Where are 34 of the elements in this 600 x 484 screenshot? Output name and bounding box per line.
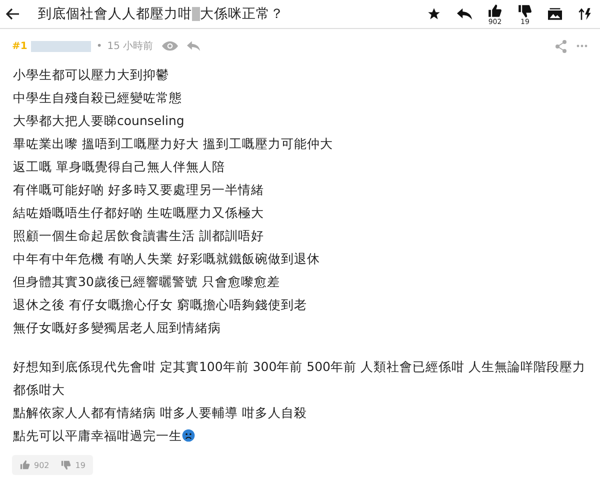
post-text-line: 中學生自殘自殺已經變咗常態: [13, 89, 182, 107]
post-text-line: 畢咗業出嚟 搵唔到工嘅壓力好大 搵到工嘅壓力可能仲大: [13, 135, 333, 153]
post-text-line: 點解依家人人都有情緒病 咁多人要輔導 咁多人自殺: [13, 404, 307, 422]
dislike-count: 19: [75, 460, 86, 470]
post-number: #1: [12, 40, 28, 52]
censored-block: [192, 7, 200, 21]
post-time: 15 小時前: [107, 40, 154, 53]
thumbs-down-icon[interactable]: [518, 4, 532, 18]
reply-icon[interactable]: [457, 8, 472, 20]
image-icon[interactable]: [548, 8, 562, 20]
post-text-line: 但身體其實30歲後已經響曬警號 只會愈嚟愈差: [13, 273, 280, 291]
sad-face-icon: [182, 429, 195, 442]
post-text-line: 結咗婚嘅唔生仔都好啲 生咗嘅壓力又係極大: [13, 204, 264, 222]
post-text-line: 退休之後 有仔女嘅擔心仔女 窮嘅擔心唔夠錢使到老: [13, 296, 307, 314]
thumbs-down-icon[interactable]: [61, 460, 72, 470]
like-count: 902: [34, 460, 50, 470]
post-text-line: 中年有中年危機 有啲人失業 好彩嘅就鐵飯碗做到退休: [13, 250, 320, 268]
star-icon[interactable]: [427, 7, 441, 21]
post-text-line: 無仔女嘅好多變獨居老人屈到情緒病: [13, 319, 221, 337]
thread-title: 到底個社會人人都壓力咁: [38, 5, 192, 23]
sort-icon[interactable]: [578, 7, 592, 21]
post-text-line: 點先可以平庸幸福咁過完一生: [13, 427, 182, 445]
thumbs-up-icon[interactable]: [20, 460, 30, 470]
thread-title: 大係咪正常？: [200, 5, 284, 23]
post-text-line: 有伴嘅可能好啲 好多時又要處理另一半情緒: [13, 181, 264, 199]
back-arrow-icon[interactable]: [6, 8, 20, 20]
blurred-username: [31, 40, 92, 52]
post-text-line: 返工嘅 單身嘅覺得自己無人伴無人陪: [13, 158, 225, 176]
post-text-line: 照顧一個生命起居飲食讀書生活 訓都訓唔好: [13, 227, 264, 245]
post-text-line: 小學生都可以壓力大到抑鬱: [13, 66, 169, 84]
post-text-line: 好想知到底係現代先會咁 定其實100年前 300年前 500年前 人類社會已經係咁 人生無論咩階段壓力都係咁大: [13, 358, 586, 399]
separator-dot: •: [96, 40, 102, 52]
thumbs-up-icon[interactable]: [488, 4, 502, 18]
post-text-line: 大學都大把人要睇counseling: [13, 112, 184, 130]
